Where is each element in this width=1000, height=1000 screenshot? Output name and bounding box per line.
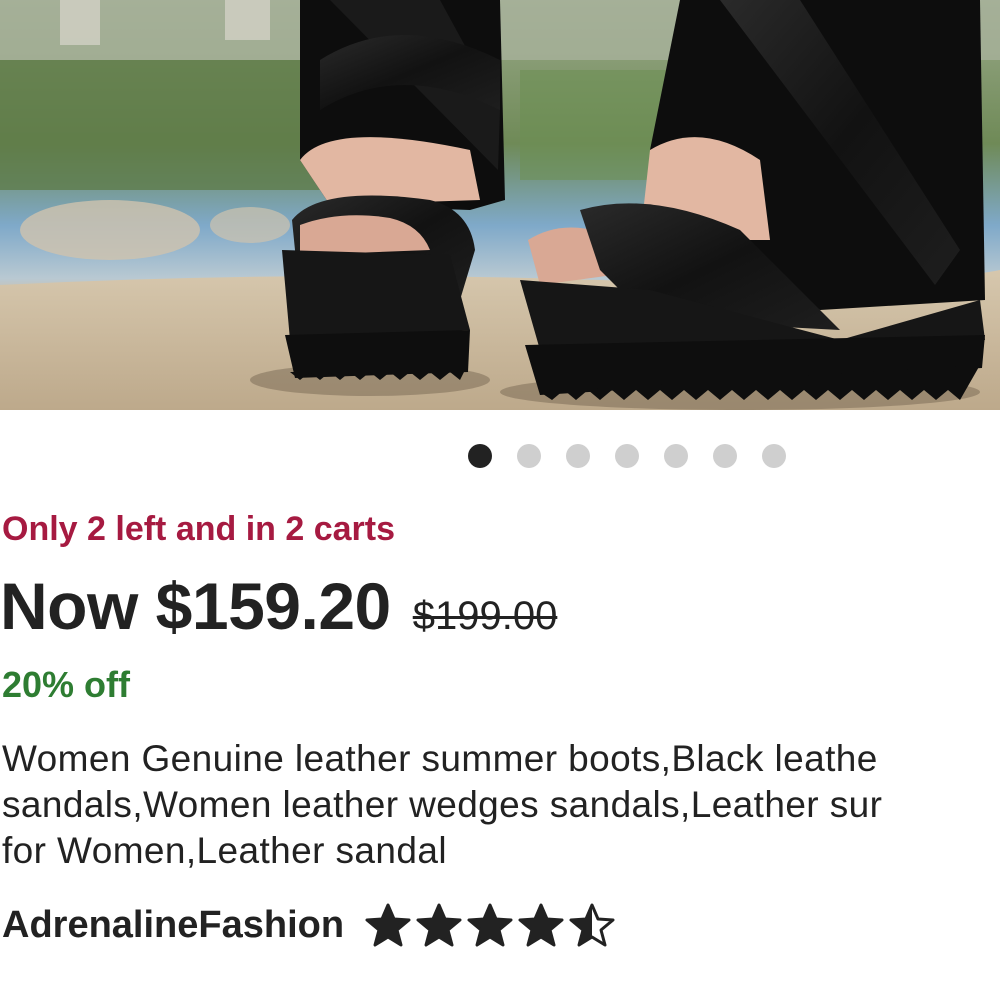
star-full-icon: [518, 903, 564, 947]
shop-name-link[interactable]: AdrenalineFashion: [2, 904, 344, 947]
listing-title: Women Genuine leather summer boots,Black…: [2, 736, 1000, 874]
carousel-dot[interactable]: [615, 444, 639, 468]
discount-badge: 20% off: [2, 664, 131, 705]
listing-title-line: sandals,Women leather wedges sandals,Lea…: [2, 784, 883, 825]
star-full-icon: [467, 903, 513, 947]
star-full-icon: [365, 903, 411, 947]
carousel-dot[interactable]: [468, 444, 492, 468]
sale-price: Now $159.20: [0, 569, 391, 643]
shop-row: AdrenalineFashion: [2, 902, 616, 948]
original-price: $199.00: [412, 594, 558, 638]
listing-title-line: for Women,Leather sandal: [2, 830, 447, 871]
carousel-dot[interactable]: [566, 444, 590, 468]
star-full-icon: [416, 903, 462, 947]
carousel-dot[interactable]: [713, 444, 737, 468]
carousel-dot[interactable]: [664, 444, 688, 468]
stock-notice: Only 2 left and in 2 carts: [2, 510, 396, 548]
star-half-icon: [569, 903, 615, 947]
price-row: Now $159.20 $199.00: [0, 568, 557, 644]
listing-page: Only 2 left and in 2 carts Now $159.20 $…: [0, 0, 1000, 1000]
carousel-dot[interactable]: [762, 444, 786, 468]
image-carousel-dots: [468, 444, 786, 468]
listing-title-line: Women Genuine leather summer boots,Black…: [2, 738, 878, 779]
carousel-dot[interactable]: [517, 444, 541, 468]
shop-rating-stars: [364, 902, 616, 948]
product-image[interactable]: [0, 0, 1000, 410]
